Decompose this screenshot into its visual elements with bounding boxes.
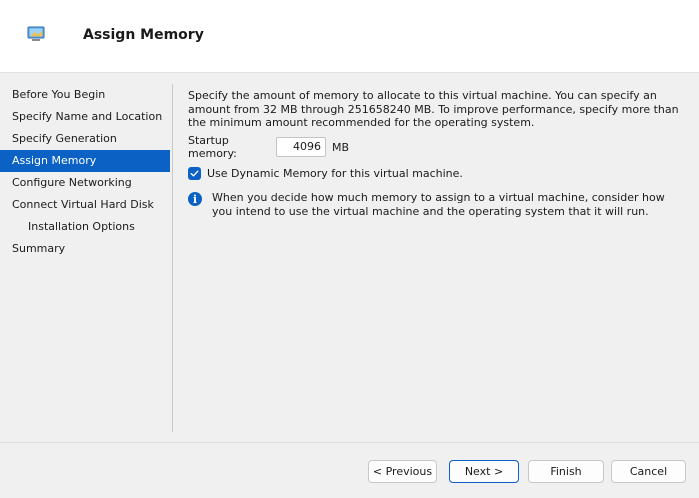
dynamic-memory-row: Use Dynamic Memory for this virtual mach… xyxy=(188,165,463,181)
next-button[interactable]: Next > xyxy=(449,460,519,483)
footer-divider xyxy=(0,442,699,443)
startup-memory-unit: MB xyxy=(332,140,350,154)
step-assign-memory[interactable]: Assign Memory xyxy=(0,150,170,172)
wizard-steps: Before You Begin Specify Name and Locati… xyxy=(0,84,170,260)
memory-description: Specify the amount of memory to allocate… xyxy=(188,89,679,129)
startup-memory-label: Startup memory: xyxy=(188,134,237,160)
finish-button[interactable]: Finish xyxy=(528,460,604,483)
step-installation-options[interactable]: Installation Options xyxy=(0,216,170,238)
step-before-you-begin[interactable]: Before You Begin xyxy=(0,84,170,106)
check-icon xyxy=(190,170,199,176)
startup-memory-row: Startup memory: 4096 MB xyxy=(188,134,350,160)
info-message: i When you decide how much memory to ass… xyxy=(188,191,682,218)
dynamic-memory-checkbox[interactable] xyxy=(188,166,201,180)
previous-button[interactable]: < Previous xyxy=(368,460,437,483)
step-specify-generation[interactable]: Specify Generation xyxy=(0,128,170,150)
steps-divider xyxy=(172,84,173,432)
page-title: Assign Memory xyxy=(83,27,204,43)
content-panel: Specify the amount of memory to allocate… xyxy=(188,89,684,218)
step-connect-virtual-hard-disk[interactable]: Connect Virtual Hard Disk xyxy=(0,194,170,216)
dynamic-memory-label[interactable]: Use Dynamic Memory for this virtual mach… xyxy=(207,167,463,180)
step-summary[interactable]: Summary xyxy=(0,238,170,260)
step-specify-name-and-location[interactable]: Specify Name and Location xyxy=(0,106,170,128)
wizard-header: Assign Memory xyxy=(0,0,699,73)
startup-memory-input[interactable]: 4096 xyxy=(276,137,326,157)
info-icon: i xyxy=(188,192,202,206)
cancel-button[interactable]: Cancel xyxy=(611,460,686,483)
info-text: When you decide how much memory to assig… xyxy=(212,191,665,218)
virtual-machine-icon xyxy=(27,26,45,41)
step-configure-networking[interactable]: Configure Networking xyxy=(0,172,170,194)
